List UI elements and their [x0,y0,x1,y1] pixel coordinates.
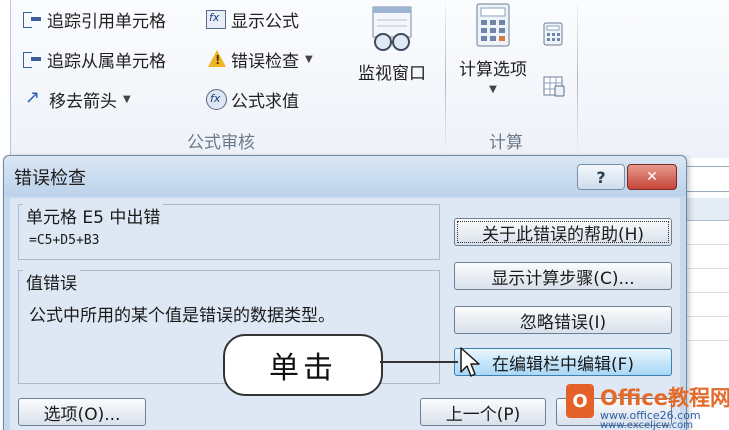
show-formulas-label: 显示公式 [231,11,299,32]
watch-window-icon [372,6,412,51]
help-icon: ? [596,167,606,187]
group-label-calculation: 计算 [489,133,523,153]
screenshot-frame: 追踪引用单元格 追踪从属单元格 移去箭头 ▼ 显示公式 错误检查 ▼ 公式求值 [0,0,729,430]
error-type-label: 值错误 [23,269,80,294]
evaluate-formula-button[interactable]: 公式求值 [205,87,299,112]
column-header [686,198,729,221]
error-description: 公式中所用的某个值是错误的数据类型。 [29,306,335,326]
error-formula: =C5+D5+B3 [29,233,100,248]
close-icon: ✕ [646,169,658,185]
error-checking-label: 错误检查 [231,51,299,72]
site-watermark: O Office教程网 www.office26.com www.exceljc… [560,380,729,430]
callout-pointer-line [380,361,458,363]
edit-in-formula-bar-button[interactable]: 在编辑栏中编辑(F) [454,348,672,376]
remove-arrows-label: 移去箭头 [49,91,117,112]
error-cell-label: 单元格 E5 中出错 [23,203,164,228]
help-on-error-button[interactable]: 关于此错误的帮助(H) [454,218,672,246]
trace-dependents-label: 追踪从属单元格 [47,51,166,72]
remove-arrows-icon [23,87,45,110]
trace-dependents-icon [21,48,43,70]
error-cell-group: 单元格 E5 中出错 =C5+D5+B3 [18,203,440,260]
calc-options-button[interactable]: 计算选项 ▼ [451,2,535,95]
group-separator [577,4,578,154]
chevron-down-icon: ▼ [489,84,497,95]
formula-bar[interactable] [686,166,729,192]
error-checking-icon [205,48,227,70]
show-calc-steps-button[interactable]: 显示计算步骤(C)... [454,262,672,290]
evaluate-formula-label: 公式求值 [231,91,299,112]
chevron-down-icon: ▼ [123,93,131,105]
calculate-sheet-button[interactable] [542,74,566,98]
watch-window-button[interactable]: 监视窗口 [349,4,435,84]
remove-arrows-button[interactable]: 移去箭头 ▼ [23,87,131,112]
calculate-now-icon [543,22,563,46]
watch-window-label: 监视窗口 [358,64,426,84]
dialog-title: 错误检查 [14,168,86,189]
ribbon-formulas-tab: 追踪引用单元格 追踪从属单元格 移去箭头 ▼ 显示公式 错误检查 ▼ 公式求值 [10,0,729,159]
show-formulas-button[interactable]: 显示公式 [205,7,299,32]
trace-dependents-button[interactable]: 追踪从属单元格 [21,47,166,72]
calculate-now-button[interactable] [542,22,564,46]
dialog-titlebar[interactable]: 错误检查 ? ✕ [4,156,686,196]
mouse-cursor-icon [460,347,480,377]
show-formulas-icon [205,8,227,30]
close-button[interactable]: ✕ [627,164,677,190]
previous-button[interactable]: 上一个(P) [420,398,546,426]
error-checking-button[interactable]: 错误检查 ▼ [205,47,313,72]
watermark-title: Office教程网 [600,386,729,410]
options-button[interactable]: 选项(O)... [18,398,146,426]
group-separator [445,4,446,154]
ignore-error-button[interactable]: 忽略错误(I) [454,306,672,334]
office-logo-icon: O [566,384,594,418]
calc-options-label: 计算选项 [459,60,527,80]
watermark-url-secondary: www.exceljcw.com [600,420,694,430]
calculator-icon [476,3,510,47]
click-callout: 单击 [223,334,383,396]
trace-precedents-button[interactable]: 追踪引用单元格 [21,7,166,32]
evaluate-formula-icon [205,88,227,110]
group-label-formula-auditing: 公式审核 [187,133,255,153]
chevron-down-icon: ▼ [305,53,313,65]
trace-precedents-label: 追踪引用单元格 [47,11,166,32]
help-button[interactable]: ? [577,164,625,190]
trace-precedents-icon [21,8,43,30]
calculate-sheet-icon [543,76,565,97]
